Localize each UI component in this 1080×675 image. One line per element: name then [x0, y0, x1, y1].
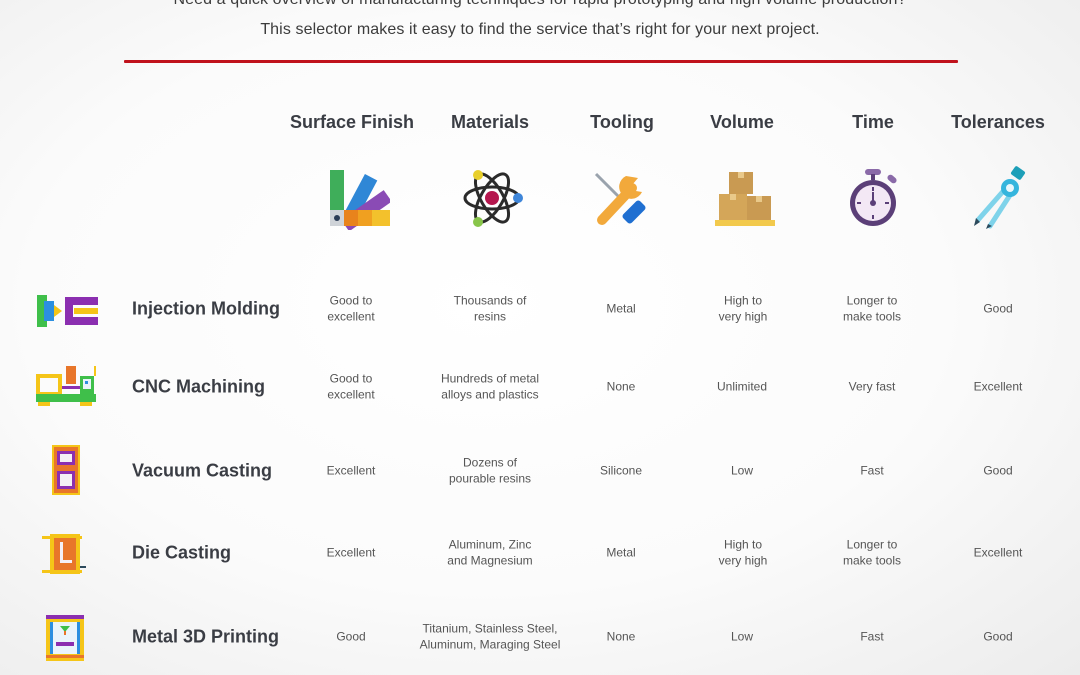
- injection-molding-machine-icon: [32, 285, 102, 337]
- cnc-machine-icon: [32, 362, 102, 414]
- vacuum-casting-mold-icon: [32, 444, 102, 496]
- stopwatch-icon: [841, 166, 905, 230]
- column-header-surface-finish: Surface Finish: [289, 112, 415, 132]
- cell-cnc-machining-tolerances: Excellent: [973, 379, 1023, 394]
- cell-die-casting-tolerances: Excellent: [973, 545, 1023, 560]
- intro-line-1: Need a quick overview of manufacturing t…: [0, 0, 1080, 9]
- cell-vacuum-casting-tolerances: Good: [983, 463, 1013, 478]
- atom-icon: [460, 166, 524, 230]
- drafting-compass-icon: [970, 166, 1034, 230]
- row-label-cnc-machining: CNC Machining: [132, 376, 265, 397]
- intro-line-2: This selector makes it easy to find the …: [260, 21, 820, 38]
- cell-metal-3d-printing-tolerances: Good: [983, 629, 1013, 644]
- color-swatch-icon: [326, 166, 390, 230]
- row-label-metal-3d-printing: Metal 3D Printing: [132, 626, 280, 647]
- wrench-screwdriver-icon: [588, 166, 652, 230]
- cell-injection-molding-tolerances: Good: [983, 301, 1013, 316]
- divider-rule: [124, 60, 958, 63]
- column-header-materials: Materials: [450, 112, 530, 132]
- die-casting-machine-icon: [32, 530, 102, 582]
- column-header-time: Time: [852, 112, 894, 132]
- row-label-injection-molding: Injection Molding: [132, 298, 280, 319]
- column-header-tooling: Tooling: [590, 112, 654, 132]
- row-label-vacuum-casting: Vacuum Casting: [132, 460, 273, 481]
- column-header-tolerances: Tolerances: [951, 112, 1045, 132]
- stacked-boxes-icon: [713, 166, 777, 230]
- metal-3d-printer-icon: [32, 612, 102, 664]
- column-header-volume: Volume: [710, 112, 774, 132]
- row-label-die-casting: Die Casting: [132, 542, 232, 563]
